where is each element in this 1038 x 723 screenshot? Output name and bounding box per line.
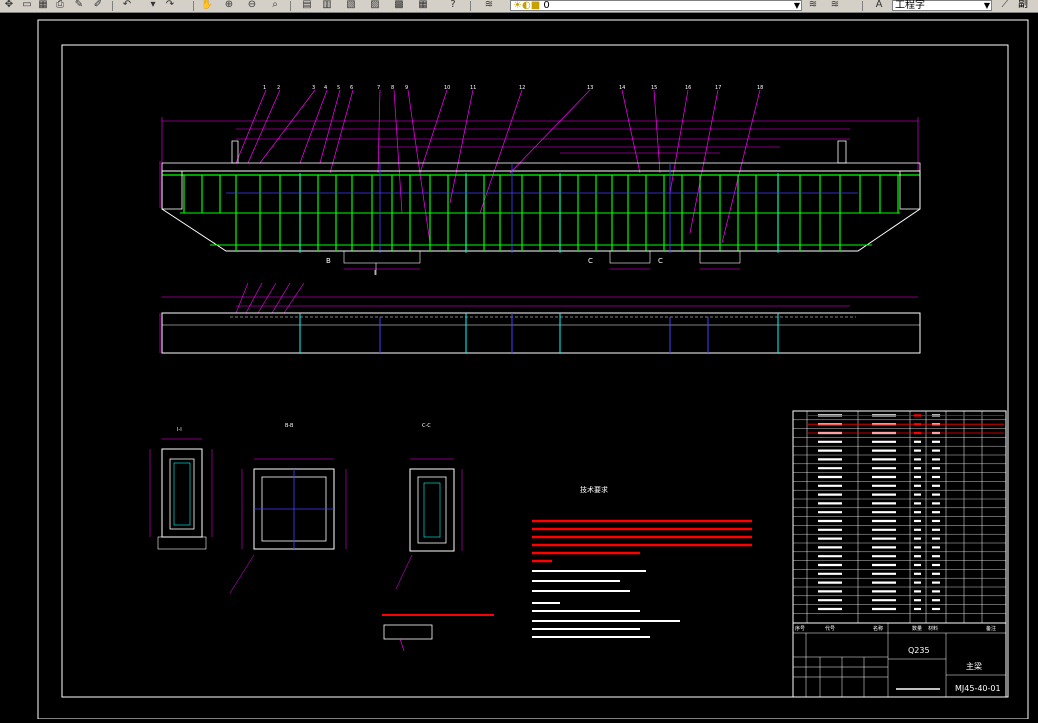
tech-lines-white bbox=[532, 570, 680, 638]
sheet-set-icon[interactable]: ▥ bbox=[320, 0, 334, 10]
title-drawing-no: MJ45-40-01 bbox=[955, 684, 1001, 693]
section-markers: B C C I bbox=[326, 257, 663, 277]
zoom-extents-icon[interactable]: ⊕ bbox=[222, 0, 236, 10]
svg-text:C: C bbox=[588, 257, 593, 265]
paper-border bbox=[37, 19, 1029, 720]
technical-requirements: 技术要求 bbox=[532, 485, 752, 638]
svg-text:12: 12 bbox=[519, 85, 525, 91]
calculator-icon[interactable]: ▩ bbox=[392, 0, 406, 10]
markup-icon[interactable]: ▧ bbox=[344, 0, 358, 10]
zoom-previous-icon[interactable]: ✋ bbox=[200, 0, 214, 10]
drawing-canvas[interactable]: 123 456 789 10 11 12 13 14 15 16 17 18 B… bbox=[0, 13, 1038, 720]
chevron-down-icon: ▼ bbox=[793, 1, 800, 10]
cad-drawing: 123 456 789 10 11 12 13 14 15 16 17 18 B… bbox=[37, 19, 1029, 720]
svg-text:9: 9 bbox=[405, 85, 408, 91]
svg-text:8: 8 bbox=[391, 85, 394, 91]
svg-text:1: 1 bbox=[263, 85, 266, 91]
title-name: 主梁 bbox=[966, 661, 982, 671]
svg-text:名称: 名称 bbox=[873, 625, 883, 632]
svg-text:材料: 材料 bbox=[928, 625, 938, 632]
calculator-icon[interactable]: ▦ bbox=[416, 0, 430, 10]
dimension-style-icon[interactable]: ⟋ bbox=[998, 0, 1012, 10]
properties-icon[interactable]: ⊖ bbox=[245, 0, 259, 10]
svg-text:11: 11 bbox=[470, 85, 476, 91]
title-block: 序号 代号 名称 数量 材料 备注 Q235 主梁 MJ45-40-01 bbox=[792, 622, 1007, 698]
toolbar-right-label: 副 bbox=[1018, 0, 1028, 10]
svg-text:B: B bbox=[326, 257, 331, 265]
svg-text:I: I bbox=[374, 269, 376, 277]
svg-text:I-I: I-I bbox=[177, 427, 182, 433]
layer-select[interactable]: ☀◐■ 0 ▼ bbox=[510, 0, 802, 11]
svg-text:备注: 备注 bbox=[986, 625, 996, 632]
chevron-down-icon: ▼ bbox=[983, 1, 990, 10]
svg-text:C: C bbox=[658, 257, 663, 265]
bom-table bbox=[792, 410, 1007, 624]
zoom-realtime-icon[interactable]: ▾ bbox=[146, 0, 160, 10]
text-style-icon[interactable]: A bbox=[872, 0, 886, 10]
svg-text:15: 15 bbox=[651, 85, 657, 91]
layer-value: 0 bbox=[543, 0, 550, 11]
svg-text:技术要求: 技术要求 bbox=[580, 485, 608, 494]
section-b-b: B-B bbox=[229, 423, 347, 594]
pan-icon[interactable]: ✥ bbox=[2, 0, 16, 10]
support-details bbox=[343, 250, 741, 275]
tech-lines-red bbox=[532, 519, 752, 563]
balloon-numbers: 123 456 789 10 11 12 13 14 15 16 17 18 bbox=[263, 85, 763, 91]
svg-text:3: 3 bbox=[312, 85, 315, 91]
redo-icon[interactable]: ↶ bbox=[120, 0, 134, 10]
toolbar: ✥ ▭ ▦ ⎙ ✎ ✐ ↶ ▾ ↷ ✋ ⊕ ⊖ ⌕ ▤ ▥ ▧ ▨ ▩ ▦ ? … bbox=[0, 0, 1038, 13]
svg-text:17: 17 bbox=[715, 85, 721, 91]
svg-text:5: 5 bbox=[337, 85, 340, 91]
svg-text:序号: 序号 bbox=[795, 625, 805, 632]
save-icon[interactable]: ▦ bbox=[36, 0, 50, 10]
svg-text:数量: 数量 bbox=[912, 625, 922, 632]
print-icon[interactable]: ⎙ bbox=[53, 0, 67, 10]
weld-detail bbox=[382, 614, 494, 652]
main-elevation-view: 123 456 789 10 11 12 13 14 15 16 17 18 B… bbox=[159, 85, 921, 277]
svg-text:2: 2 bbox=[277, 85, 280, 91]
svg-text:6: 6 bbox=[350, 85, 353, 91]
svg-text:13: 13 bbox=[587, 85, 593, 91]
svg-text:7: 7 bbox=[377, 85, 380, 91]
text-style-value: 工程字 bbox=[895, 0, 925, 11]
undo-icon[interactable]: ✐ bbox=[91, 0, 105, 10]
girder-body bbox=[161, 140, 921, 252]
svg-text:B-B: B-B bbox=[285, 423, 294, 429]
section-i-i: I-I bbox=[149, 427, 213, 550]
help-icon[interactable]: ? bbox=[446, 0, 460, 10]
section-c-c: C-C bbox=[395, 423, 463, 590]
svg-text:16: 16 bbox=[685, 85, 691, 91]
bom-header-labels: 序号 代号 名称 数量 材料 备注 bbox=[795, 625, 996, 632]
calculator-icon[interactable]: ▨ bbox=[368, 0, 382, 10]
title-material: Q235 bbox=[908, 646, 930, 655]
svg-text:C-C: C-C bbox=[422, 423, 431, 429]
frame-border bbox=[61, 44, 1009, 698]
tool-palette-icon[interactable]: ▤ bbox=[300, 0, 314, 10]
svg-text:代号: 代号 bbox=[825, 625, 835, 632]
layer-state-icon[interactable]: ≋ bbox=[828, 0, 842, 10]
open-icon[interactable]: ▭ bbox=[20, 0, 34, 10]
match-icon[interactable]: ✎ bbox=[72, 0, 86, 10]
svg-text:14: 14 bbox=[619, 85, 625, 91]
design-center-icon[interactable]: ⌕ bbox=[268, 0, 282, 10]
text-style-select[interactable]: 工程字 ▼ bbox=[892, 0, 992, 11]
svg-text:18: 18 bbox=[757, 85, 763, 91]
plan-view bbox=[159, 282, 921, 354]
center-lines bbox=[226, 163, 858, 253]
top-dimensions bbox=[159, 117, 919, 208]
zoom-window-icon[interactable]: ↷ bbox=[163, 0, 177, 10]
svg-text:4: 4 bbox=[324, 85, 327, 91]
layer-manager-icon[interactable]: ≋ bbox=[482, 0, 496, 10]
svg-text:10: 10 bbox=[444, 85, 450, 91]
layer-state-icon[interactable]: ≋ bbox=[806, 0, 820, 10]
